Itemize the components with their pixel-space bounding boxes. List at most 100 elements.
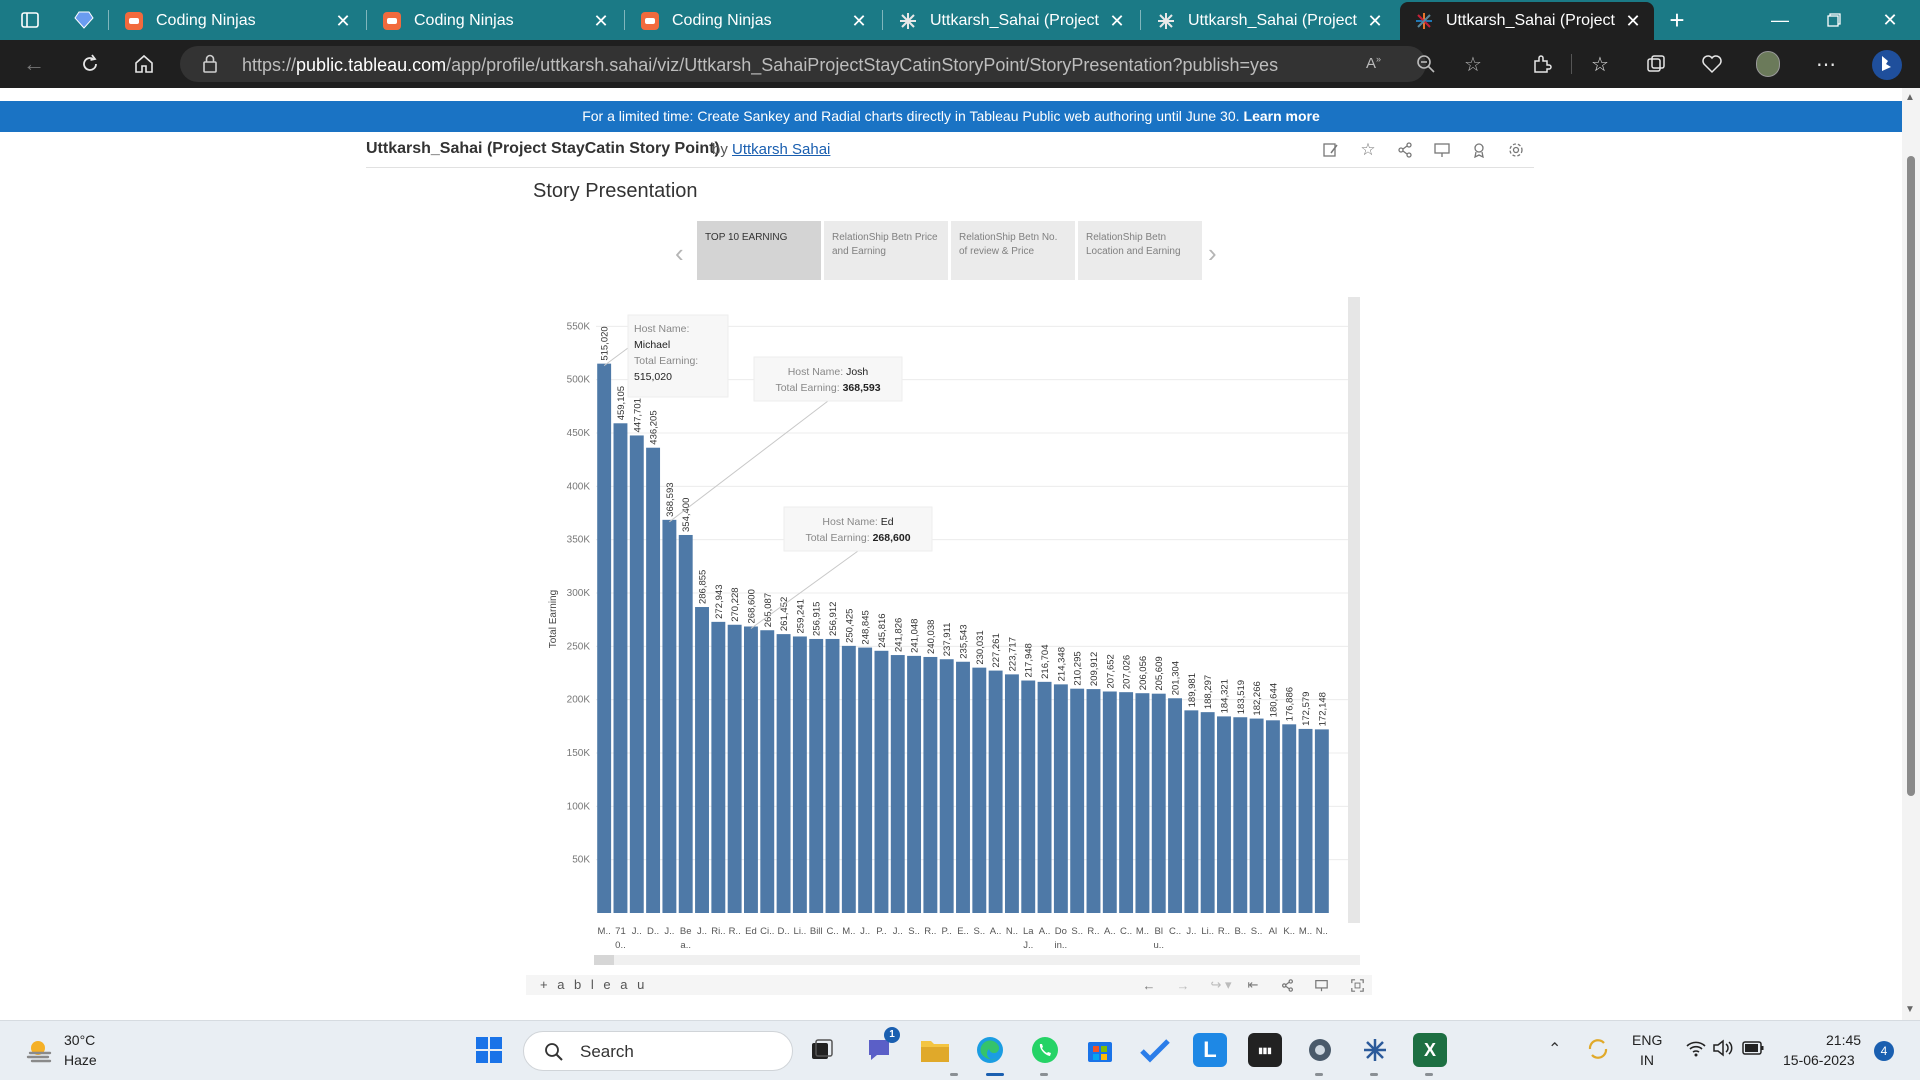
bar-value-label: 216,704 xyxy=(1040,645,1051,679)
browser-essentials-icon[interactable] xyxy=(1700,52,1724,76)
x-category-label: J.. xyxy=(860,926,870,937)
refresh-icon[interactable] xyxy=(78,52,102,76)
excel-icon[interactable]: X xyxy=(1413,1033,1447,1067)
bar-value-label: 207,026 xyxy=(1122,655,1133,689)
back-icon[interactable]: ← xyxy=(22,51,46,76)
taskbar-search-box[interactable]: Search xyxy=(523,1031,793,1071)
bing-copilot-icon[interactable] xyxy=(1870,48,1904,82)
start-windows-icon[interactable] xyxy=(472,1033,506,1067)
reset-icon[interactable]: ⇤ xyxy=(1244,977,1262,993)
sync-icon[interactable] xyxy=(1586,1037,1610,1066)
zoom-out-icon[interactable] xyxy=(1416,54,1436,79)
scroll-down-icon[interactable]: ▼ xyxy=(1905,1004,1915,1015)
favorites-icon[interactable]: ☆ xyxy=(1588,52,1612,76)
wifi-icon[interactable] xyxy=(1686,1039,1706,1062)
tab-coding-ninjas-2[interactable]: Coding Ninjas ✕ xyxy=(368,2,622,40)
whatsapp-icon[interactable] xyxy=(1028,1033,1062,1067)
language-indicator[interactable]: ENG xyxy=(1632,1032,1662,1048)
weather-haze-icon[interactable] xyxy=(26,1037,54,1065)
lock-icon[interactable] xyxy=(202,54,218,79)
notification-badge[interactable]: 4 xyxy=(1874,1041,1894,1061)
volume-icon[interactable] xyxy=(1712,1039,1734,1062)
clock-time[interactable]: 21:45 xyxy=(1826,1032,1861,1048)
workspace-heart-icon[interactable] xyxy=(72,8,96,32)
todo-check-icon[interactable] xyxy=(1138,1033,1172,1067)
promo-text: For a limited time: Create Sankey and Ra… xyxy=(582,108,1240,124)
annotation-text: Host Name: Josh xyxy=(788,366,869,378)
viz-title: Uttkarsh_Sahai (Project StayCatin Story … xyxy=(366,140,720,157)
microsoft-store-icon[interactable] xyxy=(1083,1033,1117,1067)
x-category-label: S.. xyxy=(908,926,920,937)
share-icon[interactable] xyxy=(1394,140,1416,160)
tab-tableau-1[interactable]: Uttkarsh_Sahai (Project Sta ✕ xyxy=(884,2,1138,40)
story-point-review-price[interactable]: RelationShip Betn No. of review & Price xyxy=(951,221,1075,280)
home-icon[interactable] xyxy=(132,52,156,76)
terminal-icon[interactable]: ▮▮▮ xyxy=(1248,1033,1282,1067)
author-link[interactable]: Uttkarsh Sahai xyxy=(732,141,830,158)
close-tab-icon[interactable]: ✕ xyxy=(850,11,868,32)
story-point-location-earning[interactable]: RelationShip Betn Location and Earning xyxy=(1078,221,1202,280)
task-view-icon[interactable] xyxy=(805,1033,839,1067)
edit-viz-icon[interactable] xyxy=(1320,140,1342,160)
redo-icon[interactable]: → xyxy=(1174,977,1192,993)
bar xyxy=(646,447,661,913)
comment-icon[interactable] xyxy=(1431,140,1453,160)
story-point-top-10[interactable]: TOP 10 EARNING xyxy=(697,221,821,280)
story-point-price-earning[interactable]: RelationShip Betn Price and Earning xyxy=(824,221,948,280)
show-hidden-icons-icon[interactable]: ⌃ xyxy=(1548,1039,1561,1059)
settings-icon[interactable] xyxy=(1303,1033,1337,1067)
bar-value-label: 256,915 xyxy=(812,602,823,636)
minimize-icon[interactable]: — xyxy=(1752,0,1808,40)
close-tab-icon[interactable]: ✕ xyxy=(592,11,610,32)
teams-chat-icon[interactable]: 1 xyxy=(862,1027,900,1067)
x-category-label: J.. xyxy=(893,926,903,937)
favorite-star-icon[interactable]: ☆ xyxy=(1464,52,1482,77)
x-category-label: A.. xyxy=(1039,926,1051,937)
tab-tableau-active[interactable]: Uttkarsh_Sahai (Project Sta ✕ xyxy=(1400,2,1654,40)
learn-more-link[interactable]: Learn more xyxy=(1244,108,1320,124)
favorite-icon[interactable]: ☆ xyxy=(1357,140,1379,160)
address-bar[interactable]: https://public.tableau.com/app/profile/u… xyxy=(180,46,1482,82)
restore-icon[interactable] xyxy=(1806,0,1862,40)
tab-coding-ninjas-1[interactable]: Coding Ninjas ✕ xyxy=(110,2,364,40)
extensions-icon[interactable] xyxy=(1530,52,1554,76)
footer-share-icon[interactable] xyxy=(1278,977,1296,993)
story-next-arrow-icon[interactable]: › xyxy=(1208,238,1217,269)
edge-browser-icon[interactable] xyxy=(973,1033,1007,1067)
footer-download-icon[interactable] xyxy=(1312,977,1330,993)
file-explorer-icon[interactable] xyxy=(918,1033,952,1067)
revert-icon[interactable]: ↪ ▾ xyxy=(1206,977,1236,993)
tab-tableau-2[interactable]: Uttkarsh_Sahai (Project Sta ✕ xyxy=(1142,2,1396,40)
viz-byline: by Uttkarsh Sahai xyxy=(712,141,831,158)
bar-value-label: 214,348 xyxy=(1056,647,1067,681)
profile-avatar[interactable] xyxy=(1756,51,1780,77)
tab-actions-icon[interactable] xyxy=(18,8,42,32)
collections-icon[interactable] xyxy=(1644,52,1668,76)
x-category-label: S.. xyxy=(973,926,985,937)
l-app-icon[interactable]: L xyxy=(1193,1033,1227,1067)
tab-coding-ninjas-3[interactable]: Coding Ninjas ✕ xyxy=(626,2,880,40)
close-tab-icon[interactable]: ✕ xyxy=(1108,11,1126,32)
close-tab-icon[interactable]: ✕ xyxy=(1366,11,1384,32)
close-window-icon[interactable]: ✕ xyxy=(1862,0,1918,40)
scroll-up-icon[interactable]: ▲ xyxy=(1905,92,1915,103)
scrollbar-thumb[interactable] xyxy=(1907,156,1915,796)
new-tab-icon[interactable]: + xyxy=(1665,5,1689,35)
download-icon[interactable] xyxy=(1468,140,1490,160)
read-aloud-icon[interactable]: A» xyxy=(1366,54,1381,72)
page-scrollbar[interactable]: ▲ ▼ xyxy=(1902,88,1920,1020)
story-prev-arrow-icon[interactable]: ‹ xyxy=(675,238,684,269)
tableau-app-icon[interactable] xyxy=(1358,1033,1392,1067)
y-tick-label: 150K xyxy=(567,748,591,759)
fullscreen-icon[interactable] xyxy=(1348,977,1366,993)
more-options-icon[interactable]: ⋯ xyxy=(1814,52,1838,76)
x-category-label: B.. xyxy=(1234,926,1246,937)
bar xyxy=(1021,680,1036,913)
bar-value-label: 248,845 xyxy=(861,610,872,644)
undo-icon[interactable]: ← xyxy=(1140,977,1158,993)
battery-icon[interactable] xyxy=(1742,1041,1764,1060)
settings-gear-icon[interactable] xyxy=(1505,140,1527,160)
close-tab-icon[interactable]: ✕ xyxy=(1624,11,1642,32)
close-tab-icon[interactable]: ✕ xyxy=(334,11,352,32)
y-tick-label: 100K xyxy=(567,801,591,812)
